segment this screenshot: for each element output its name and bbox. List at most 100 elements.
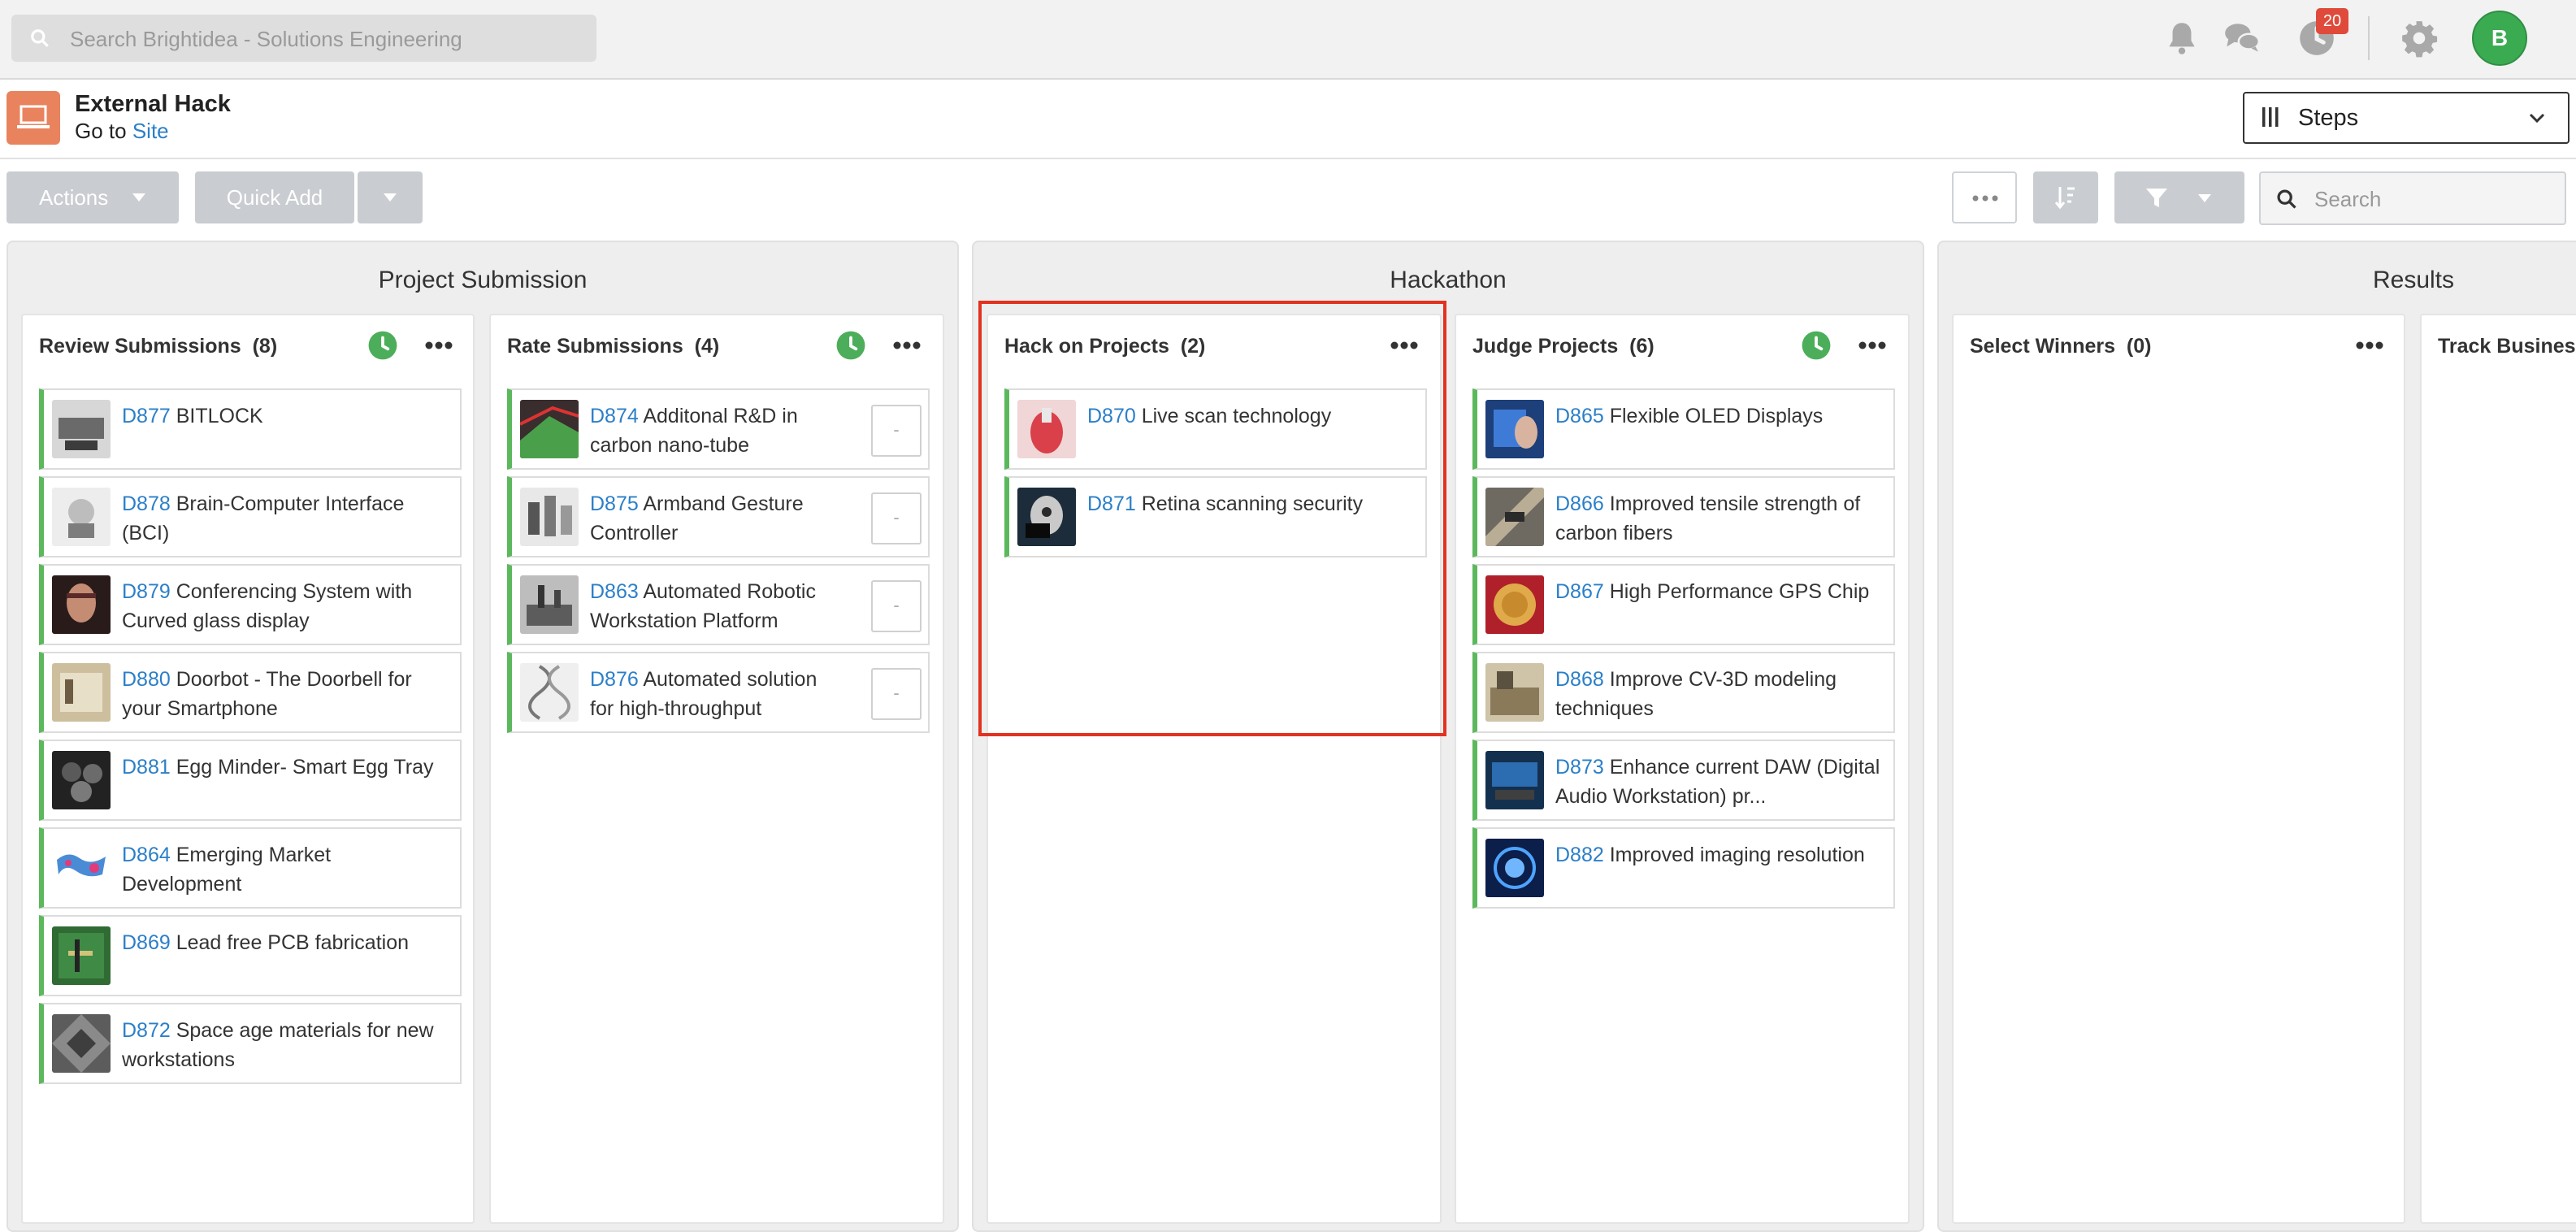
idea-id-link[interactable]: D882: [1555, 844, 1604, 866]
clock-icon[interactable]: [1801, 330, 1832, 361]
more-icon[interactable]: [1858, 340, 1887, 351]
board-search-input[interactable]: [2313, 173, 2560, 225]
column-title: Review Submissions (8): [39, 335, 277, 358]
idea-card[interactable]: D868 Improve CV-3D modeling techniques: [1472, 652, 1895, 733]
idea-thumbnail: [1485, 663, 1544, 722]
idea-text: D864 Emerging Market Development: [122, 840, 331, 899]
more-icon[interactable]: [2355, 340, 2384, 351]
more-icon[interactable]: [892, 340, 922, 351]
global-search[interactable]: [11, 15, 596, 63]
phase-title: Project Submission: [378, 267, 588, 293]
idea-title: Armband Gesture: [643, 492, 804, 515]
column-title: Judge Projects (6): [1472, 335, 1654, 358]
idea-thumbnail: [52, 488, 111, 546]
idea-id-link[interactable]: D881: [122, 756, 171, 779]
idea-id-link[interactable]: D863: [590, 580, 639, 603]
filter-button[interactable]: [2114, 171, 2244, 223]
idea-id-link[interactable]: D879: [122, 580, 171, 603]
idea-title: Egg Minder- Smart Egg Tray: [176, 756, 434, 779]
idea-card[interactable]: D880 Doorbot - The Doorbell for your Smar…: [39, 652, 462, 733]
idea-thumbnail: [520, 663, 579, 722]
idea-id-link[interactable]: D878: [122, 492, 171, 515]
rating-box[interactable]: -: [871, 492, 922, 544]
idea-card[interactable]: D863 Automated Robotic Workstation Platfo…: [507, 564, 930, 645]
idea-title: Enhance current DAW (Digital: [1609, 756, 1880, 779]
idea-id-link[interactable]: D876: [590, 668, 639, 691]
caret-down-icon: [132, 193, 145, 202]
idea-card[interactable]: D874 Additonal R&D in carbon nano-tube -: [507, 388, 930, 470]
idea-card[interactable]: D873 Enhance current DAW (Digital Audio W…: [1472, 740, 1895, 821]
idea-card[interactable]: D881 Egg Minder- Smart Egg Tray: [39, 740, 462, 821]
idea-thumbnail: [52, 751, 111, 809]
idea-id-link[interactable]: D872: [122, 1019, 171, 1042]
idea-id-link[interactable]: D867: [1555, 580, 1604, 603]
site-link[interactable]: Site: [132, 119, 169, 143]
steps-label: Steps: [2298, 105, 2359, 131]
actions-button[interactable]: Actions: [7, 171, 179, 223]
idea-card[interactable]: D866 Improved tensile strength of carbon …: [1472, 476, 1895, 557]
idea-id-link[interactable]: D864: [122, 844, 171, 866]
idea-text: D874 Additonal R&D in carbon nano-tube: [590, 401, 798, 460]
idea-title-cont: your Smartphone: [122, 697, 278, 720]
idea-card[interactable]: D875 Armband Gesture Controller -: [507, 476, 930, 557]
idea-card[interactable]: D882 Improved imaging resolution: [1472, 827, 1895, 909]
idea-id-link[interactable]: D866: [1555, 492, 1604, 515]
clock-icon[interactable]: [835, 330, 866, 361]
idea-id-link[interactable]: D865: [1555, 405, 1604, 427]
idea-id-link[interactable]: D880: [122, 668, 171, 691]
idea-id-link[interactable]: D868: [1555, 668, 1604, 691]
bell-icon[interactable]: [2162, 18, 2202, 59]
rating-box[interactable]: -: [871, 668, 922, 720]
avatar[interactable]: B: [2472, 11, 2527, 66]
more-icon[interactable]: [424, 340, 453, 351]
highlight-box: [978, 301, 1446, 736]
idea-text: D881 Egg Minder- Smart Egg Tray: [122, 753, 434, 782]
idea-text: D877 BITLOCK: [122, 401, 263, 431]
idea-card[interactable]: D867 High Performance GPS Chip: [1472, 564, 1895, 645]
idea-card[interactable]: D878 Brain-Computer Interface (BCI): [39, 476, 462, 557]
idea-id-link[interactable]: D874: [590, 405, 639, 427]
idea-title: Space age materials for new: [176, 1019, 434, 1042]
idea-card[interactable]: D869 Lead free PCB fabrication: [39, 915, 462, 996]
idea-card[interactable]: D864 Emerging Market Development: [39, 827, 462, 909]
idea-thumbnail: [52, 663, 111, 722]
phase-title: Results: [2372, 267, 2455, 293]
idea-text: D868 Improve CV-3D modeling techniques: [1555, 665, 1837, 723]
idea-card[interactable]: D876 Automated solution for high-throughp…: [507, 652, 930, 733]
idea-id-link[interactable]: D869: [122, 931, 171, 954]
gear-icon[interactable]: [2399, 18, 2439, 59]
idea-card[interactable]: D877 BITLOCK: [39, 388, 462, 470]
quick-add-dropdown[interactable]: [358, 171, 423, 223]
idea-title: BITLOCK: [176, 405, 263, 427]
idea-card[interactable]: D865 Flexible OLED Displays: [1472, 388, 1895, 470]
idea-title-cont: workstations: [122, 1048, 235, 1071]
idea-id-link[interactable]: D873: [1555, 756, 1604, 779]
idea-title-cont: Audio Workstation) pr...: [1555, 785, 1767, 808]
page-title: External Hack: [75, 91, 231, 117]
rating-box[interactable]: -: [871, 405, 922, 457]
steps-dropdown[interactable]: Steps: [2243, 92, 2569, 144]
idea-title: Lead free PCB fabrication: [176, 931, 409, 954]
idea-title: Emerging Market: [176, 844, 332, 866]
rating-box[interactable]: -: [871, 580, 922, 632]
board-search[interactable]: [2259, 171, 2566, 225]
sort-button[interactable]: [2033, 171, 2098, 223]
more-options-button[interactable]: [1952, 171, 2017, 223]
idea-id-link[interactable]: D875: [590, 492, 639, 515]
idea-title-cont: Controller: [590, 522, 679, 544]
quick-add-button[interactable]: Quick Add: [195, 171, 354, 223]
clock-icon[interactable]: [367, 330, 398, 361]
idea-title: Automated solution: [643, 668, 817, 691]
idea-id-link[interactable]: D877: [122, 405, 171, 427]
idea-title: Flexible OLED Displays: [1609, 405, 1824, 427]
column-select-winners: [1952, 314, 2405, 1224]
idea-title-cont: for high-throughput: [590, 697, 762, 720]
idea-thumbnail: [1485, 488, 1544, 546]
idea-title: Improve CV-3D modeling: [1609, 668, 1837, 691]
idea-card[interactable]: D872 Space age materials for new workstat…: [39, 1003, 462, 1084]
idea-title: High Performance GPS Chip: [1609, 580, 1870, 603]
idea-text: D866 Improved tensile strength of carbon …: [1555, 489, 1860, 548]
global-search-input[interactable]: [68, 15, 583, 63]
chat-icon[interactable]: [2222, 18, 2262, 59]
idea-card[interactable]: D879 Conferencing System with Curved glas…: [39, 564, 462, 645]
